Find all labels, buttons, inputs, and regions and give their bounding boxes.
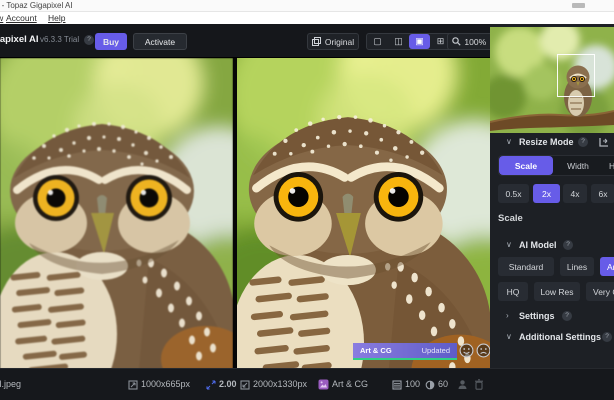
resize-mode-title: Resize Mode [519,137,574,147]
app-window: owl.jpeg - Topaz Gigapixel AI View Accou… [0,0,614,400]
processing-status-overlay: Art & CG Updated [353,343,457,360]
help-badge-icon[interactable]: ? [562,311,572,321]
original-toggle-button[interactable]: Original [307,33,359,50]
help-badge-icon[interactable]: ? [563,240,573,250]
segment-width[interactable]: Width [553,156,603,175]
model-art-cg[interactable]: Art & CG [600,257,614,276]
open-filename: owl.jpeg [0,379,22,389]
chevron-down-icon: ∨ [506,240,512,249]
model-standard[interactable]: Standard [498,257,554,276]
navigator-view-rect[interactable] [557,54,595,97]
ai-model-title: AI Model [519,240,557,250]
overlay-model-label: Art & CG [360,346,392,355]
preset-4x[interactable]: 4x [563,184,587,203]
model-image-icon [318,379,329,390]
navigator-thumbnail [490,27,614,133]
chevron-down-icon: ∨ [506,137,512,146]
suppress-noise-icon [392,380,402,390]
menu-view[interactable]: View [0,13,3,23]
output-size-value: 2000x1330px [253,379,308,389]
overlay-status-label: Updated [421,346,450,355]
model-hq[interactable]: HQ [498,282,528,301]
preset-6x[interactable]: 6x [591,184,614,203]
split-view-icon[interactable]: ◫ [388,34,409,49]
chevron-right-icon: › [506,311,509,320]
preset-0-5x[interactable]: 0.5x [498,184,529,203]
segment-height[interactable]: Height [603,156,614,175]
ai-model-header[interactable]: ∨ AI Model ? [490,239,614,253]
account-person-icon[interactable] [457,379,468,390]
additional-settings-title: Additional Settings [519,332,601,342]
before-owl-image [0,58,233,369]
crop-aspect-icon[interactable] [598,137,609,148]
model-very-compressed[interactable]: Very Compressed [586,282,614,301]
help-badge-icon[interactable]: ? [602,332,612,342]
model-low-res[interactable]: Low Res [534,282,580,301]
image-canvas [0,57,490,369]
settings-title: Settings [519,311,555,321]
input-size-icon [128,380,138,390]
remove-blur-value: 60 [438,379,449,389]
chevron-down-icon: ∨ [506,332,512,341]
app-brand: Gigapixel AI [0,34,39,45]
app-version: v6.3.3 Trial [40,35,80,44]
resize-mode-header[interactable]: ∨ Resize Mode ? [490,136,614,150]
feedback-sad-icon[interactable] [476,343,491,358]
preset-2x[interactable]: 2x [533,184,560,203]
scale-expand-icon [206,380,216,390]
compare-icon [311,37,321,46]
side-by-side-view-icon[interactable]: ▣ [409,34,430,49]
view-mode-group: ▢ ◫ ▣ ⊞ [366,33,452,50]
active-model-label: Art & CG [332,379,369,389]
remove-blur-icon [425,380,435,390]
window-title: owl.jpeg - Topaz Gigapixel AI [0,1,73,10]
menu-account[interactable]: Account [6,13,37,23]
buy-button[interactable]: Buy [95,33,127,50]
trash-icon[interactable] [474,379,484,390]
resize-mode-segments: Scale Width Height [498,155,614,176]
help-badge-icon[interactable]: ? [84,35,94,45]
zoom-value: 100% [464,36,487,47]
output-size-icon [240,380,250,390]
help-badge-icon[interactable]: ? [578,137,588,147]
magnifier-icon [452,37,462,46]
segment-scale[interactable]: Scale [499,156,553,175]
after-image-panel[interactable] [237,58,490,369]
original-label: Original [324,36,355,47]
model-lines[interactable]: Lines [560,257,594,276]
suppress-noise-value: 100 [405,379,421,389]
scale-label: Scale [498,213,523,224]
additional-settings-header[interactable]: ∨ Additional Settings ? [490,331,614,345]
navigator-preview[interactable] [490,27,614,133]
after-owl-image [237,58,490,369]
single-view-icon[interactable]: ▢ [367,34,388,49]
status-bar: owl.jpeg 1000x665px 2.00 2000x1330px Art… [0,368,614,400]
title-bar: owl.jpeg - Topaz Gigapixel AI [0,0,614,12]
scale-factor-value: 2.00 [219,379,237,389]
settings-header[interactable]: › Settings ? [490,310,614,324]
before-image-panel[interactable] [0,58,233,369]
activate-button[interactable]: Activate [133,33,187,50]
minimize-button[interactable] [572,3,585,8]
right-sidebar: ∨ Resize Mode ? Scale Width Height 0.5x … [490,24,614,400]
feedback-happy-icon[interactable] [459,343,474,358]
input-size-value: 1000x665px [141,379,191,389]
menu-help[interactable]: Help [48,13,65,23]
